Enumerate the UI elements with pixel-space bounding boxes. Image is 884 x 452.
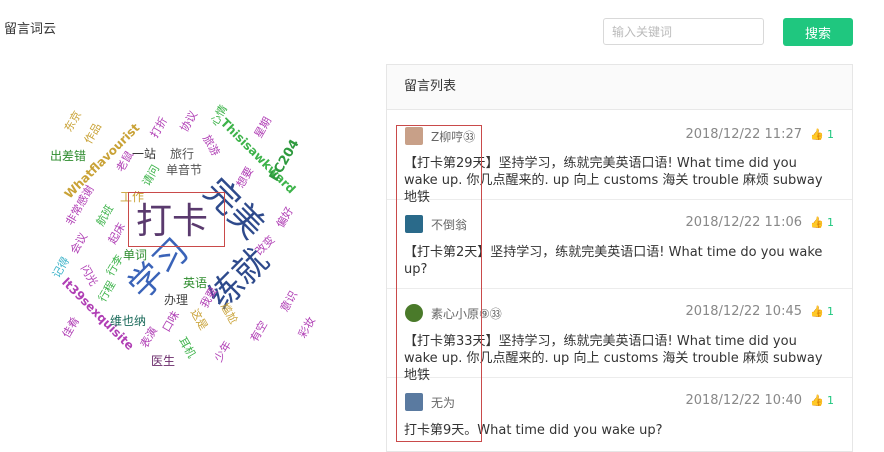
cloud-word[interactable]: 少年 bbox=[212, 339, 234, 365]
timestamp: 2018/12/22 11:27 bbox=[685, 127, 802, 142]
cloud-word[interactable]: 出差错 bbox=[50, 150, 86, 162]
cloud-word[interactable]: 单音节 bbox=[166, 164, 202, 176]
message-item: 不倒翁 2018/12/22 11:06 👍 1 【打卡第2天】坚持学习，练就完… bbox=[387, 200, 852, 289]
cloud-word[interactable]: 行程 bbox=[96, 279, 118, 305]
timestamp: 2018/12/22 10:40 bbox=[685, 393, 802, 408]
cloud-word[interactable]: 有空 bbox=[248, 319, 270, 345]
cloud-word[interactable]: 维也纳 bbox=[110, 315, 146, 327]
like-button[interactable]: 👍 1 bbox=[810, 216, 834, 229]
cloud-word[interactable]: 彩妆 bbox=[296, 315, 318, 341]
timestamp: 2018/12/22 10:45 bbox=[685, 304, 802, 319]
cloud-word[interactable]: 星期 bbox=[252, 115, 274, 141]
message-text: 【打卡第29天】坚持学习，练就完美英语口语! What time did you… bbox=[404, 156, 823, 205]
like-button[interactable]: 👍 1 bbox=[810, 394, 834, 407]
avatar[interactable] bbox=[405, 304, 423, 322]
username[interactable]: 素心小原⑨㉝ bbox=[431, 305, 502, 322]
cloud-word[interactable]: 表演 bbox=[138, 325, 160, 351]
thumbs-up-icon: 👍 bbox=[810, 394, 824, 407]
like-button[interactable]: 👍 1 bbox=[810, 128, 834, 141]
message-text: 【打卡第2天】坚持学习，练就完美英语口语! What time do you w… bbox=[404, 245, 823, 277]
cloud-word[interactable]: 打折 bbox=[148, 115, 170, 141]
cloud-word[interactable]: 这是 bbox=[188, 307, 210, 333]
message-item: Z柳哼㉝ 2018/12/22 11:27 👍 1 【打卡第29天】坚持学习，练… bbox=[387, 110, 852, 205]
cloud-word[interactable]: 单词 bbox=[123, 249, 147, 261]
cloud-word[interactable]: 口味 bbox=[160, 309, 182, 335]
cloud-word[interactable]: 医生 bbox=[151, 355, 175, 367]
timestamp: 2018/12/22 11:06 bbox=[685, 215, 802, 230]
like-button[interactable]: 👍 1 bbox=[810, 305, 834, 318]
cloud-word[interactable]: 作品 bbox=[82, 121, 104, 147]
message-text: 【打卡第33天】坚持学习，练就完美英语口语! What time did you… bbox=[404, 334, 823, 383]
search-button[interactable]: 搜索 bbox=[783, 18, 853, 46]
cloud-word[interactable]: 偏好 bbox=[274, 205, 296, 231]
cloud-word[interactable]: 起床 bbox=[106, 221, 128, 247]
cloud-word[interactable]: 办理 bbox=[164, 294, 188, 306]
avatar[interactable] bbox=[405, 393, 423, 411]
like-count: 1 bbox=[827, 305, 834, 318]
page-title: 留言词云 bbox=[4, 22, 57, 37]
username[interactable]: 不倒翁 bbox=[431, 216, 467, 233]
cloud-word[interactable]: 英语 bbox=[183, 277, 207, 289]
cloud-word[interactable]: 航班 bbox=[94, 203, 116, 229]
cloud-word[interactable]: 会议 bbox=[68, 231, 90, 257]
cloud-word[interactable]: 闪光 bbox=[78, 263, 100, 289]
cloud-word[interactable]: 行李 bbox=[104, 253, 126, 279]
cloud-word[interactable]: 请问 bbox=[140, 163, 162, 189]
thumbs-up-icon: 👍 bbox=[810, 128, 824, 141]
cloud-word[interactable]: 改变 bbox=[253, 233, 278, 258]
cloud-word[interactable]: 耳机 bbox=[176, 335, 198, 361]
message-panel: 留言列表 Z柳哼㉝ 2018/12/22 11:27 👍 1 【打卡第29天】坚… bbox=[386, 64, 853, 452]
cloud-word[interactable]: 旅游 bbox=[200, 133, 222, 159]
panel-title: 留言列表 bbox=[387, 65, 852, 110]
cloud-word[interactable]: 工作 bbox=[120, 191, 144, 203]
username[interactable]: Z柳哼㉝ bbox=[431, 128, 475, 145]
like-count: 1 bbox=[827, 394, 834, 407]
message-item: 素心小原⑨㉝ 2018/12/22 10:45 👍 1 【打卡第33天】坚持学习… bbox=[387, 289, 852, 383]
avatar[interactable] bbox=[405, 215, 423, 233]
username[interactable]: 无为 bbox=[431, 394, 455, 411]
like-count: 1 bbox=[827, 216, 834, 229]
like-count: 1 bbox=[827, 128, 834, 141]
cloud-word[interactable]: 想要 bbox=[234, 165, 256, 191]
word-cloud: 打卡 学习 练就 完美 Thisisawkward Whatflavourist… bbox=[30, 100, 330, 390]
search-input[interactable] bbox=[603, 18, 764, 45]
cloud-word[interactable]: 协议 bbox=[178, 109, 200, 135]
cloud-word[interactable]: 佳肴 bbox=[60, 315, 82, 341]
cloud-word[interactable]: 意识 bbox=[278, 289, 300, 315]
thumbs-up-icon: 👍 bbox=[810, 216, 824, 229]
avatar[interactable] bbox=[405, 127, 423, 145]
message-text: 打卡第9天。What time did you wake up? bbox=[404, 423, 663, 438]
cloud-word[interactable]: 旅行 bbox=[170, 148, 194, 160]
cloud-word[interactable]: 东京 bbox=[62, 109, 84, 135]
thumbs-up-icon: 👍 bbox=[810, 305, 824, 318]
message-item: 无为 2018/12/22 10:40 👍 1 打卡第9天。What time … bbox=[387, 378, 852, 452]
